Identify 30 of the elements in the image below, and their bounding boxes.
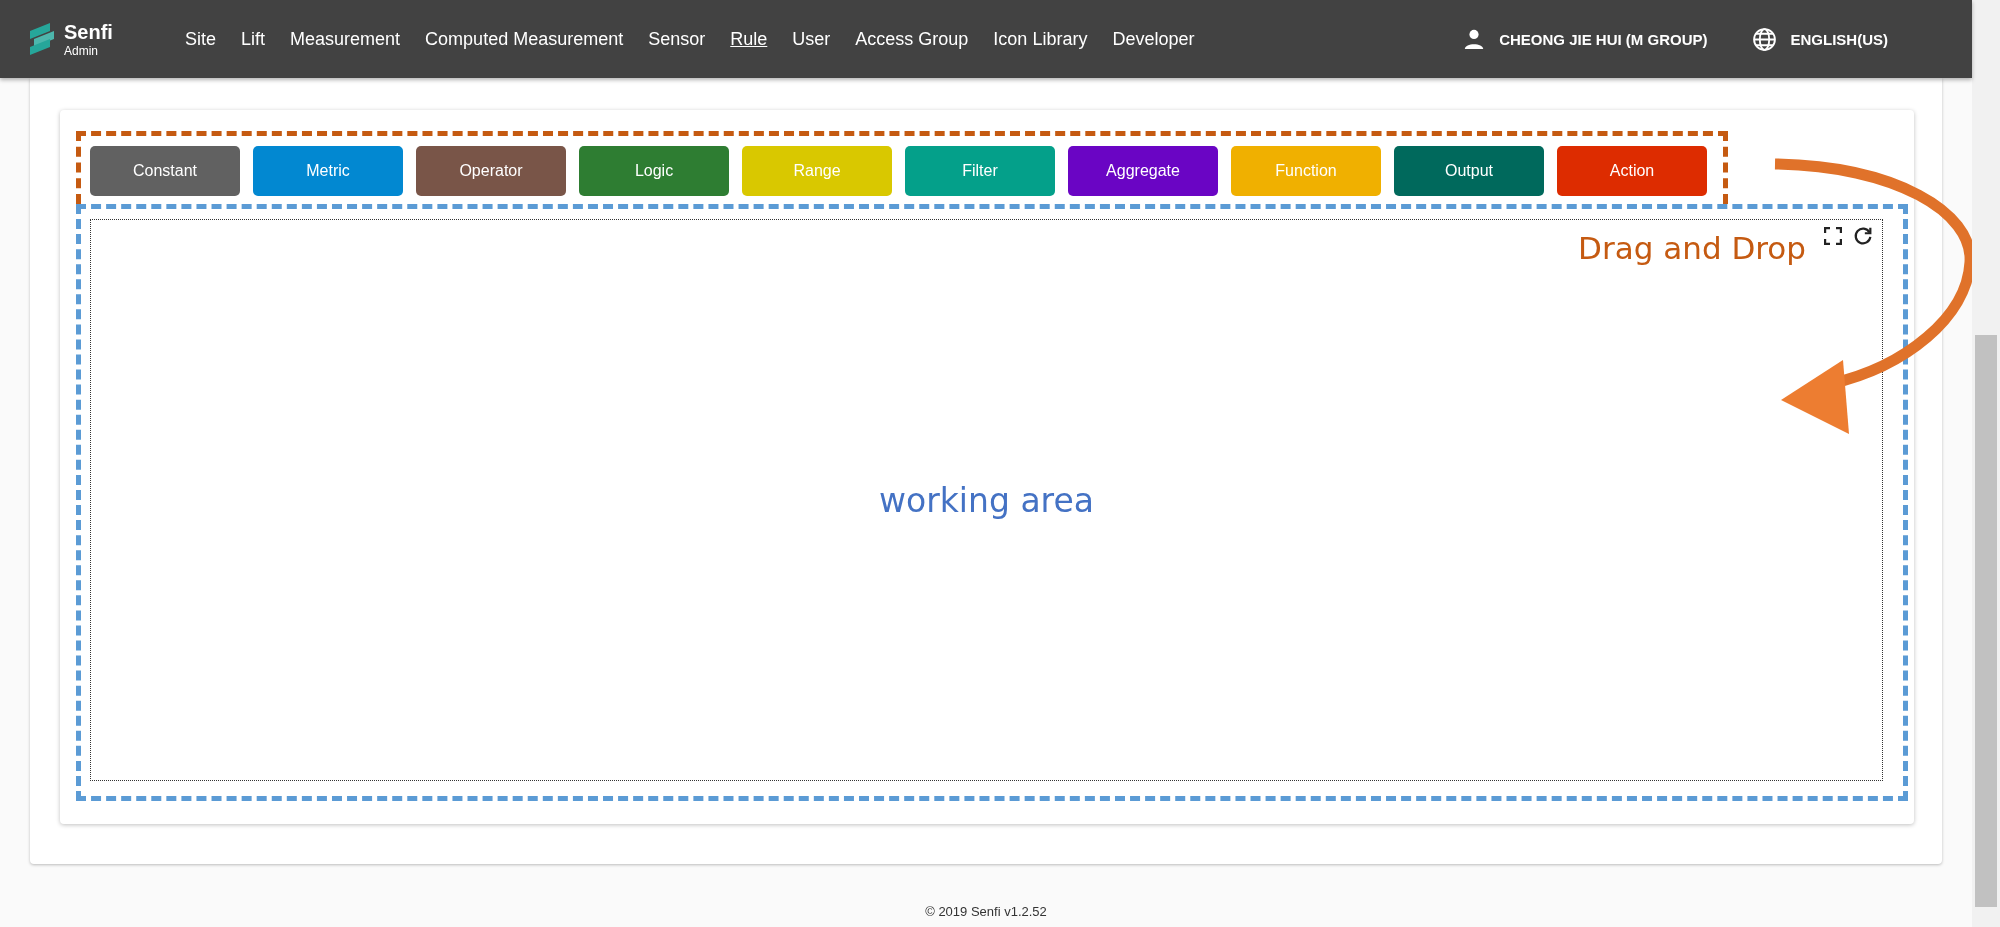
nav-link[interactable]: Rule [730, 28, 768, 50]
block-button[interactable]: Aggregate [1068, 146, 1218, 196]
block-button[interactable]: Action [1557, 146, 1707, 196]
block-button[interactable]: Operator [416, 146, 566, 196]
app-name: Senfi [64, 20, 113, 44]
nav-link[interactable]: User [792, 28, 831, 50]
refresh-icon[interactable] [1852, 225, 1874, 247]
nav-link[interactable]: Site [185, 28, 217, 50]
fullscreen-icon[interactable] [1824, 227, 1842, 245]
copyright-text: © 2019 Senfi v1.2.52 [925, 904, 1047, 919]
person-icon [1463, 28, 1486, 50]
nav-link[interactable]: Access Group [855, 28, 969, 50]
block-button[interactable]: Output [1394, 146, 1544, 196]
scrollbar[interactable] [1972, 0, 2000, 927]
nav-link[interactable]: Computed Measurement [425, 28, 624, 50]
nav-link[interactable]: Developer [1112, 28, 1195, 50]
language-menu[interactable]: ENGLISH(US) [1790, 30, 1888, 48]
annotation-label: Drag and Drop [1578, 230, 1806, 266]
globe-icon [1751, 26, 1777, 52]
block-button[interactable]: Metric [253, 146, 403, 196]
nav-link[interactable]: Lift [241, 28, 266, 50]
block-button[interactable]: Constant [90, 146, 240, 196]
nav-link[interactable]: Sensor [648, 28, 706, 50]
block-button[interactable]: Logic [579, 146, 729, 196]
nav-link[interactable]: Measurement [290, 28, 401, 50]
nav-link[interactable]: Icon Library [993, 28, 1088, 50]
user-menu[interactable]: CHEONG JIE HUI (M GROUP) [1499, 30, 1708, 48]
logo-icon [30, 23, 54, 55]
app-subtitle: Admin [64, 43, 99, 58]
annotation-label: working area [879, 480, 1094, 520]
